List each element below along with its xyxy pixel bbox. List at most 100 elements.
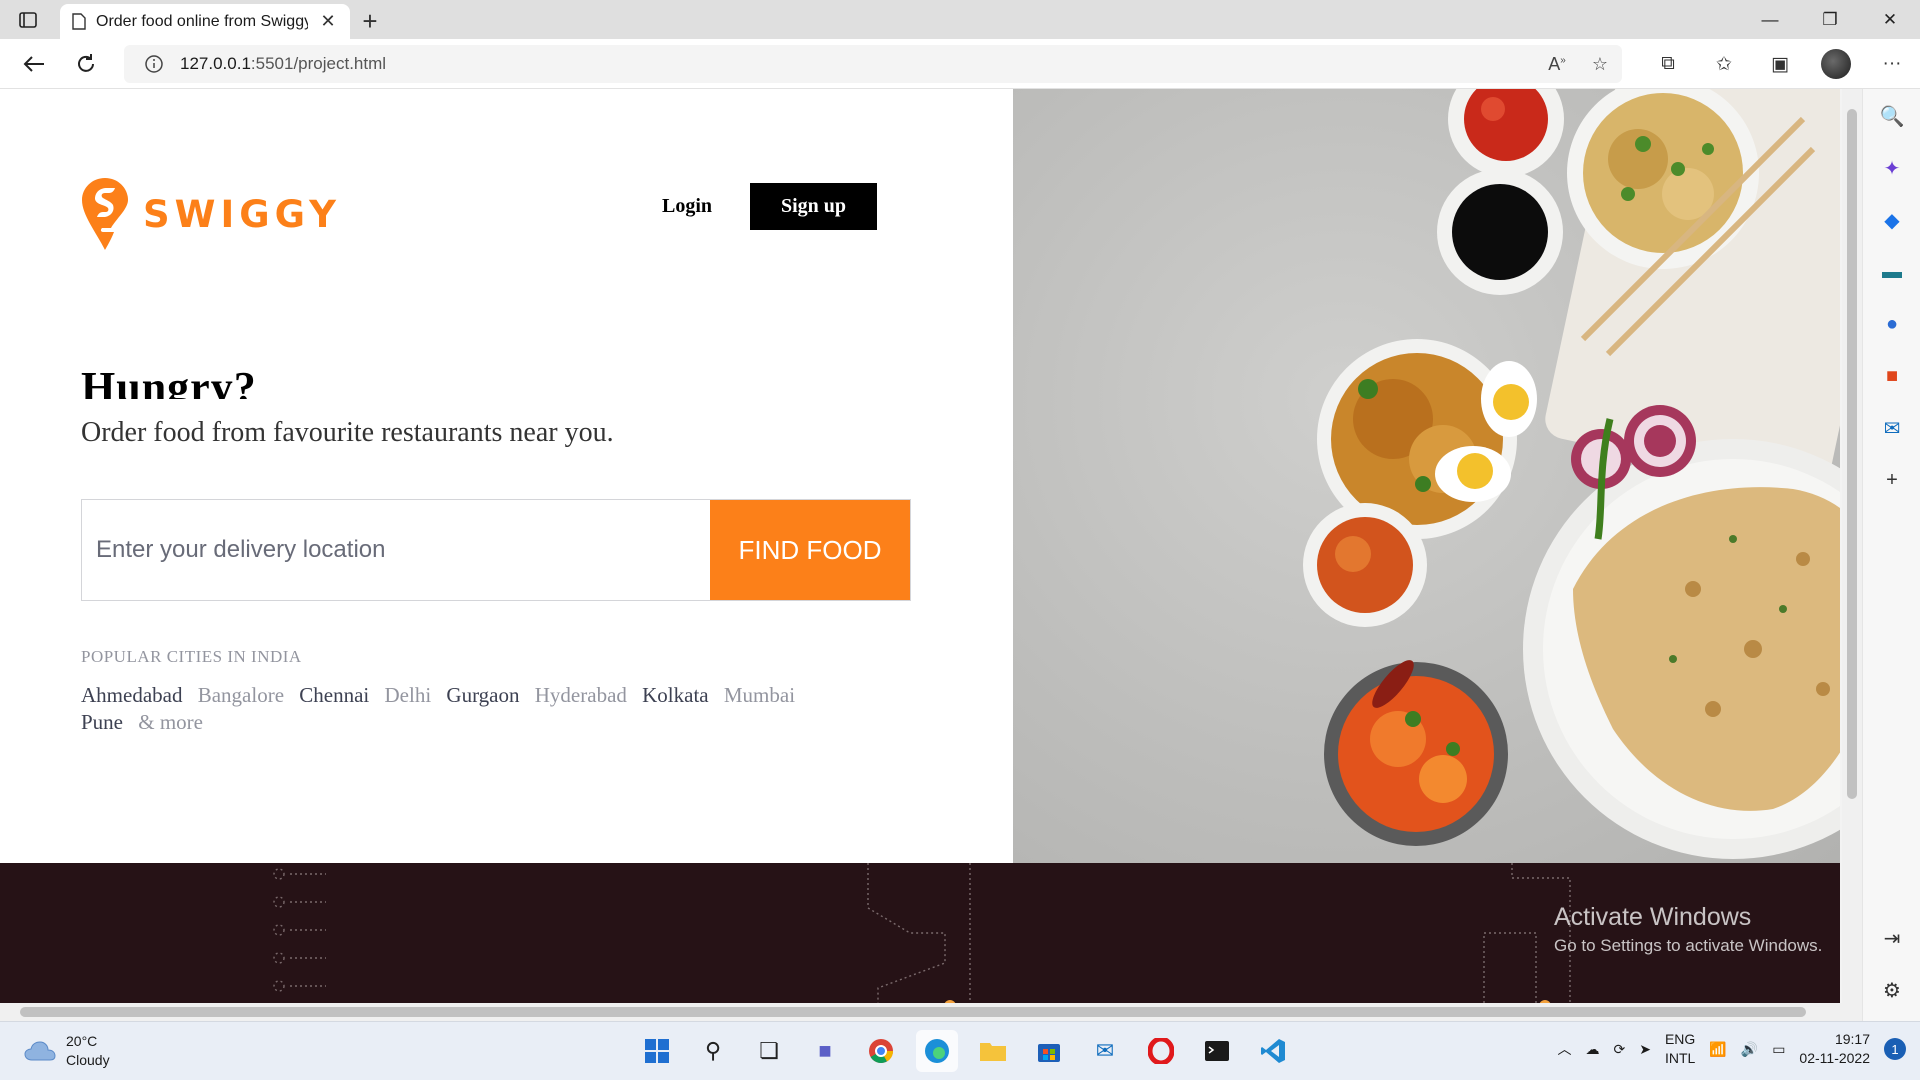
edge-sidebar: 🔍 ✦ ◆ ▬ ● ■ ✉ + ⇥ ⚙: [1862, 89, 1920, 1021]
temperature: 20°C: [66, 1033, 98, 1049]
show-hidden-icons-icon[interactable]: ︿: [1558, 1039, 1572, 1059]
back-button[interactable]: [8, 44, 60, 84]
horizontal-scrollbar[interactable]: [0, 1003, 1862, 1021]
location-search-box: FIND FOOD: [81, 499, 911, 601]
clock-date: 02-11-2022: [1799, 1050, 1870, 1066]
tools-icon[interactable]: ▬: [1863, 255, 1920, 289]
language-indicator[interactable]: ENG INTL: [1665, 1030, 1695, 1068]
signup-button[interactable]: Sign up: [750, 183, 878, 230]
auth-links: Login Sign up: [662, 183, 878, 230]
office-icon[interactable]: ■: [1863, 359, 1920, 393]
login-button[interactable]: Login: [662, 195, 712, 218]
hero-left-panel: SWIGGY Login Sign up Hungry? Order food …: [0, 89, 1013, 863]
settings-more-icon[interactable]: ···: [1864, 53, 1920, 75]
city-link[interactable]: Bangalore: [198, 682, 284, 709]
profile-avatar[interactable]: [1821, 49, 1851, 79]
more-cities-link[interactable]: & more: [138, 709, 203, 736]
read-aloud-icon[interactable]: A»: [1548, 54, 1566, 75]
system-tray: ︿ ☁ ⟳ ➤ ENG INTL 📶 🔊 ▭ 19:17 02-11-2022 …: [1558, 1030, 1906, 1068]
address-bar-actions: A» ☆: [1548, 45, 1608, 83]
browser-tab[interactable]: Order food online from Swiggy ✕: [60, 4, 350, 39]
windows-taskbar: 20°C Cloudy ⚲ ❏ ■ ✉ ︿ ☁ ⟳ ➤ ENG INTL 📶 🔊…: [0, 1021, 1920, 1080]
city-link[interactable]: Gurgaon: [446, 682, 519, 709]
add-favorite-icon[interactable]: ☆: [1592, 54, 1608, 75]
task-view-icon[interactable]: ❏: [748, 1030, 790, 1072]
collections-icon[interactable]: ▣: [1752, 53, 1808, 76]
opera-icon[interactable]: [1140, 1030, 1182, 1072]
onedrive-icon[interactable]: ☁: [1586, 1041, 1600, 1058]
close-tab-icon[interactable]: ✕: [318, 11, 338, 32]
discover-icon[interactable]: ✦: [1863, 151, 1920, 185]
city-link[interactable]: Delhi: [385, 682, 432, 709]
swiggy-logo-icon: [82, 178, 128, 250]
vertical-scroll-thumb[interactable]: [1847, 109, 1857, 799]
hero-headline: Hungry?: [81, 363, 257, 399]
mail-icon[interactable]: ✉: [1084, 1030, 1126, 1072]
cloud-icon: [24, 1041, 56, 1061]
start-icon[interactable]: [636, 1030, 678, 1072]
clock-time: 19:17: [1834, 1031, 1870, 1047]
vertical-scrollbar[interactable]: [1842, 89, 1862, 1003]
terminal-icon[interactable]: [1196, 1030, 1238, 1072]
sidebar-settings-icon[interactable]: ⚙: [1863, 973, 1920, 1007]
tab-strip: Order food online from Swiggy ✕ + — ❐ ✕: [0, 0, 1920, 39]
new-tab-button[interactable]: +: [350, 4, 390, 39]
chrome-icon[interactable]: [860, 1030, 902, 1072]
outlook-icon[interactable]: ✉: [1863, 411, 1920, 445]
footer-band: Activate Windows Go to Settings to activ…: [0, 863, 1840, 1003]
watermark-subtitle: Go to Settings to activate Windows.: [1554, 936, 1823, 955]
weather-widget[interactable]: 20°C Cloudy: [24, 1032, 110, 1070]
weather-condition: Cloudy: [66, 1052, 110, 1068]
tab-actions-button[interactable]: [0, 0, 56, 39]
window-controls: — ❐ ✕: [1740, 0, 1920, 39]
language-code: ENG: [1664, 1031, 1696, 1047]
sync-icon[interactable]: ⟳: [1614, 1041, 1626, 1058]
minimize-button[interactable]: —: [1740, 0, 1800, 39]
popular-cities-title: POPULAR CITIES IN INDIA: [81, 647, 302, 666]
search-taskbar-icon[interactable]: ⚲: [692, 1030, 734, 1072]
browser-toolbar: 127.0.0.1:5501/project.html A» ☆ ⧉ ✩ ▣ ·…: [0, 39, 1920, 89]
city-link[interactable]: Chennai: [299, 682, 369, 709]
food-illustration: [1303, 89, 1840, 859]
refresh-icon: [78, 53, 94, 72]
delivery-location-input[interactable]: [82, 500, 710, 600]
battery-icon[interactable]: ▭: [1772, 1041, 1785, 1058]
city-link[interactable]: Pune: [81, 709, 123, 736]
vscode-icon[interactable]: [1252, 1030, 1294, 1072]
close-window-button[interactable]: ✕: [1860, 0, 1920, 39]
favorites-icon[interactable]: ✩: [1696, 53, 1752, 76]
location-icon[interactable]: ➤: [1639, 1041, 1651, 1058]
city-link[interactable]: Ahmedabad: [81, 682, 182, 709]
search-icon[interactable]: 🔍: [1863, 99, 1920, 133]
address-bar[interactable]: 127.0.0.1:5501/project.html A» ☆: [124, 45, 1622, 83]
url-text: 127.0.0.1:5501/project.html: [180, 54, 387, 73]
wifi-icon[interactable]: 📶: [1709, 1041, 1726, 1058]
horizontal-scroll-thumb[interactable]: [20, 1007, 1806, 1017]
games-icon[interactable]: ●: [1863, 307, 1920, 341]
info-icon[interactable]: [144, 54, 164, 74]
clock[interactable]: 19:17 02-11-2022: [1799, 1030, 1870, 1068]
store-icon[interactable]: [1028, 1030, 1070, 1072]
hero-food-image: [1013, 89, 1840, 863]
extensions-icon[interactable]: ⧉: [1640, 53, 1696, 75]
volume-icon[interactable]: 🔊: [1741, 1041, 1758, 1058]
add-app-icon[interactable]: +: [1863, 463, 1920, 497]
refresh-button[interactable]: [60, 44, 112, 84]
teams-chat-icon[interactable]: ■: [804, 1030, 846, 1072]
city-link[interactable]: Kolkata: [642, 682, 708, 709]
hide-sidebar-icon[interactable]: ⇥: [1863, 921, 1920, 955]
swiggy-logo[interactable]: SWIGGY: [81, 177, 341, 251]
restore-button[interactable]: ❐: [1800, 0, 1860, 39]
find-food-button[interactable]: FIND FOOD: [710, 500, 910, 600]
city-link[interactable]: Hyderabad: [535, 682, 627, 709]
shopping-tag-icon[interactable]: ◆: [1863, 203, 1920, 237]
popular-cities-list: Ahmedabad Bangalore Chennai Delhi Gurgao…: [81, 682, 841, 736]
notification-badge[interactable]: 1: [1884, 1038, 1906, 1060]
file-explorer-icon[interactable]: [972, 1030, 1014, 1072]
edge-icon[interactable]: [916, 1030, 958, 1072]
city-link[interactable]: Mumbai: [724, 682, 795, 709]
taskbar-apps: ⚲ ❏ ■ ✉: [636, 1030, 1294, 1072]
weather-text: 20°C Cloudy: [66, 1032, 110, 1070]
keyboard-layout: INTL: [1664, 1050, 1696, 1066]
tab-actions-icon: [19, 11, 37, 28]
